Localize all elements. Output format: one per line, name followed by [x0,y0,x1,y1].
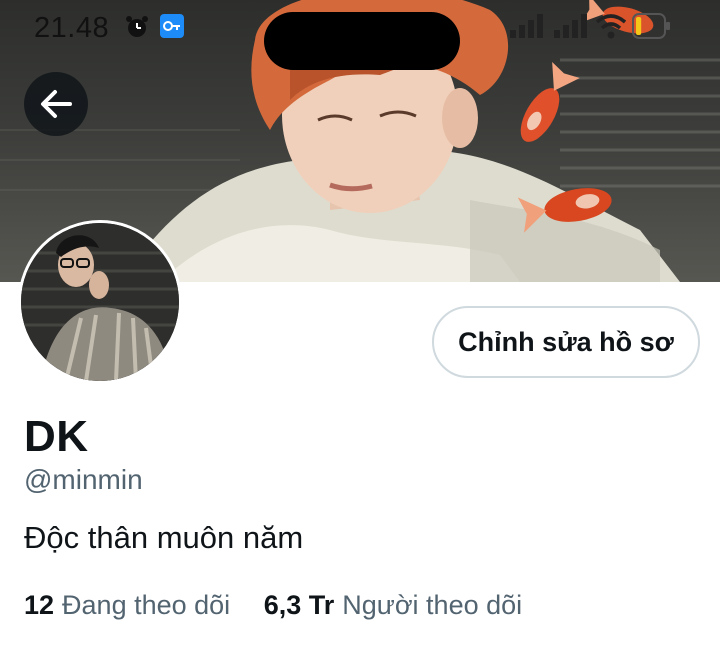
edit-profile-button[interactable]: Chỉnh sửa hồ sơ [432,306,700,378]
following-label: Đang theo dõi [62,590,231,620]
signal-icon [510,14,546,43]
back-button[interactable] [24,72,88,136]
vpn-key-icon [160,14,184,43]
wifi-icon [595,14,627,45]
username: @minmin [24,464,143,495]
profile-stats: 12 Đang theo dõi 6,3 Tr Người theo dõi [24,590,548,621]
camera-cutout [264,12,460,70]
arrow-left-icon [41,90,72,118]
battery-icon [632,12,672,45]
followers-label: Người theo dõi [342,590,523,620]
following-count: 12 [24,590,55,620]
followers-link[interactable]: 6,3 Tr Người theo dõi [264,590,522,621]
signal-icon [554,14,590,43]
avatar[interactable] [18,220,182,384]
display-name: DK [24,412,89,461]
alarm-icon [124,14,150,45]
following-link[interactable]: 12 Đang theo dõi [24,590,230,621]
followers-count: 6,3 Tr [263,590,335,620]
bio: Độc thân muôn năm [24,520,304,555]
status-bar-time: 21.48 [34,12,110,44]
avatar-photo [21,223,179,381]
